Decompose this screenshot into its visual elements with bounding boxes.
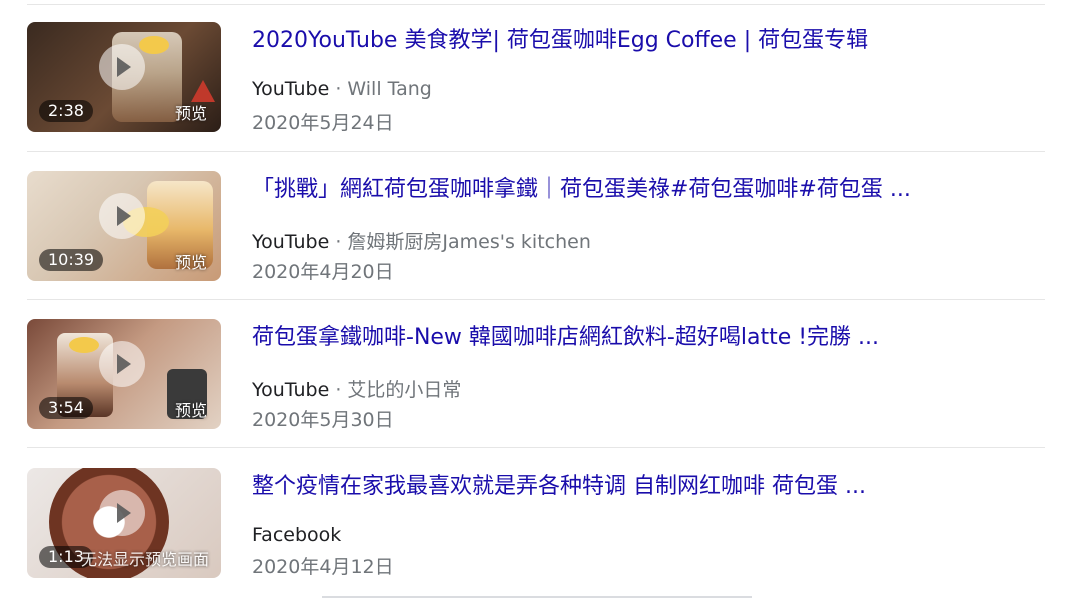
result-source: YouTube · 艾比的小日常 <box>252 375 461 402</box>
result-title-link[interactable]: 荷包蛋拿鐵咖啡-New 韓國咖啡店網紅飲料-超好喝latte !完勝 ... <box>252 319 879 351</box>
result-date: 2020年5月24日 <box>252 112 394 134</box>
duration-badge: 2:38 <box>39 100 93 122</box>
video-thumbnail[interactable]: 2:38 预览 <box>27 22 221 132</box>
egg-yolk-shape <box>69 337 99 353</box>
egg-yolk-shape <box>139 36 169 54</box>
result-date: 2020年4月20日 <box>252 261 394 283</box>
video-result[interactable]: 1:13 无法显示预览画面 整个疫情在家我最喜欢就是弄各种特调 自制网红咖啡 荷… <box>0 446 1080 596</box>
source-name: YouTube <box>252 231 330 253</box>
result-source: Facebook <box>252 524 341 546</box>
video-thumbnail[interactable]: 10:39 预览 <box>27 171 221 281</box>
video-result[interactable]: 3:54 预览 荷包蛋拿鐵咖啡-New 韓國咖啡店網紅飲料-超好喝latte !… <box>0 297 1080 447</box>
result-date: 2020年5月30日 <box>252 409 394 431</box>
play-icon[interactable] <box>99 490 145 536</box>
result-date: 2020年4月12日 <box>252 556 394 578</box>
play-icon[interactable] <box>99 341 145 387</box>
preview-label: 预览 <box>174 401 207 420</box>
decoration-shape <box>191 80 215 102</box>
preview-label: 预览 <box>174 253 207 272</box>
source-author: 詹姆斯厨房James's kitchen <box>347 231 591 253</box>
play-icon[interactable] <box>99 44 145 90</box>
video-result[interactable]: 2:38 预览 2020YouTube 美食教学| 荷包蛋咖啡Egg Coffe… <box>0 0 1080 150</box>
source-author: 艾比的小日常 <box>347 379 462 401</box>
video-thumbnail[interactable]: 1:13 无法显示预览画面 <box>27 468 221 578</box>
source-separator: · <box>335 231 342 253</box>
source-name: Facebook <box>252 524 342 546</box>
video-thumbnail[interactable]: 3:54 预览 <box>27 319 221 429</box>
source-name: YouTube <box>252 379 330 401</box>
result-source: YouTube · Will Tang <box>252 78 432 100</box>
source-separator: · <box>335 78 342 100</box>
duration-badge: 10:39 <box>39 249 104 271</box>
result-title-link[interactable]: 「挑戰」網紅荷包蛋咖啡拿鐵｜荷包蛋美祿#荷包蛋咖啡#荷包蛋 ... <box>252 171 911 203</box>
duration-badge: 3:54 <box>39 397 93 419</box>
result-title-link[interactable]: 整个疫情在家我最喜欢就是弄各种特调 自制网红咖啡 荷包蛋 ... <box>252 468 866 500</box>
result-title-link[interactable]: 2020YouTube 美食教学| 荷包蛋咖啡Egg Coffee | 荷包蛋专… <box>252 22 868 54</box>
video-result[interactable]: 10:39 预览 「挑戰」網紅荷包蛋咖啡拿鐵｜荷包蛋美祿#荷包蛋咖啡#荷包蛋 .… <box>0 149 1080 299</box>
result-source: YouTube · 詹姆斯厨房James's kitchen <box>252 227 591 254</box>
source-name: YouTube <box>252 78 330 100</box>
preview-label: 无法显示预览画面 <box>80 550 209 569</box>
preview-label: 预览 <box>174 104 207 123</box>
source-author: Will Tang <box>347 78 432 100</box>
play-icon[interactable] <box>99 193 145 239</box>
source-separator: · <box>335 379 342 401</box>
